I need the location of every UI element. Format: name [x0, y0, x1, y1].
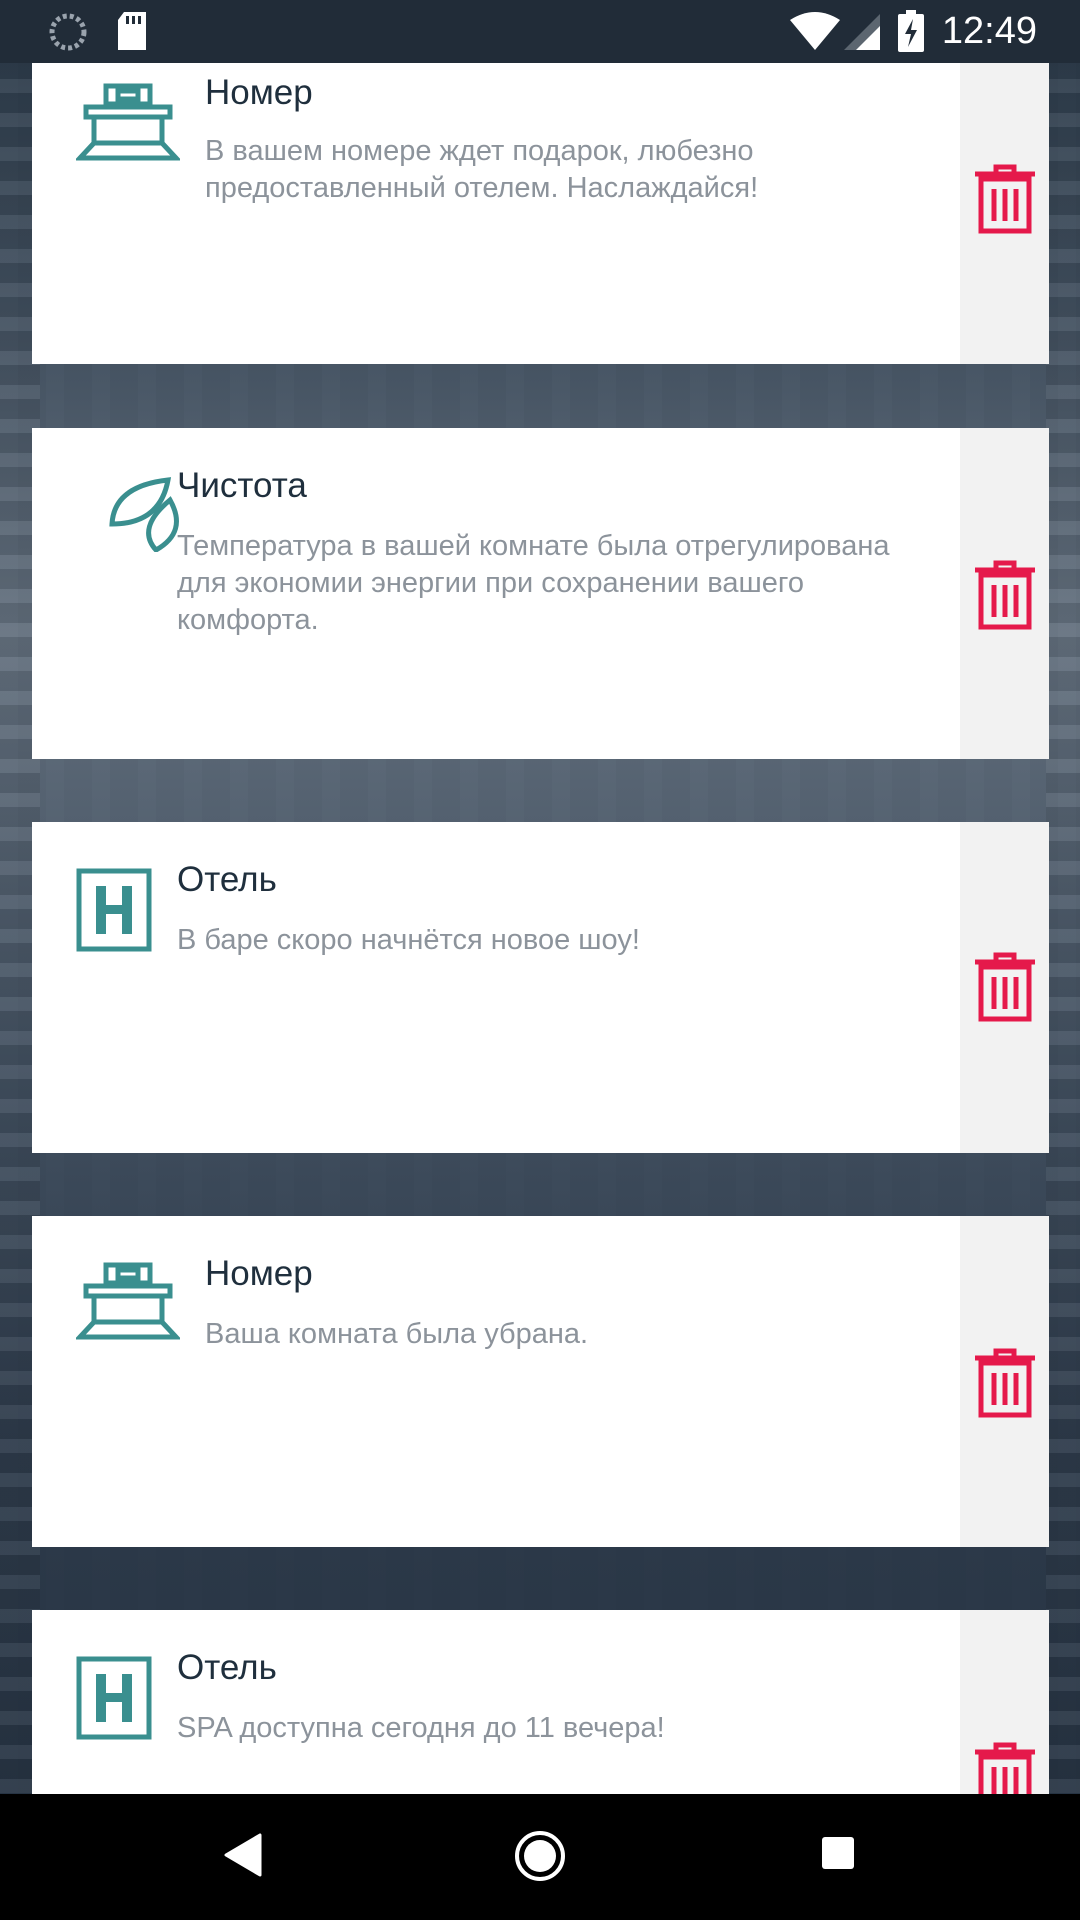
- notification-content[interactable]: Отель SPA доступна сегодня до 11 вечера!: [32, 1610, 960, 1794]
- leaf-icon: [109, 477, 179, 552]
- delete-area[interactable]: [960, 428, 1049, 759]
- screen: 12:49 Номер В вашем номере ждет подарок,…: [0, 0, 1080, 1920]
- notification-card[interactable]: Номер В вашем номере ждет подарок, любез…: [32, 63, 1049, 364]
- notification-title: Отель: [177, 860, 277, 899]
- notification-message: Ваша комната была убрана.: [205, 1318, 589, 1350]
- trash-icon[interactable]: [972, 1742, 1038, 1794]
- notification-message: В вашем номере ждет подарок, любезно пре…: [205, 135, 759, 204]
- loading-icon: [49, 13, 87, 51]
- notification-title: Номер: [205, 73, 313, 112]
- notification-card[interactable]: Чистота Температура в вашей комнате была…: [32, 428, 1049, 759]
- sd-card-icon: [118, 12, 146, 50]
- notification-card[interactable]: Номер Ваша комната была убрана.: [32, 1216, 1049, 1547]
- status-time: 12:49: [941, 10, 1037, 52]
- hotel-h-icon: [76, 868, 152, 952]
- notification-message: Температура в вашей комнате была отрегул…: [177, 530, 890, 636]
- delete-area[interactable]: [960, 822, 1049, 1153]
- room-bed-icon: [76, 83, 180, 161]
- trash-icon[interactable]: [972, 164, 1038, 234]
- home-icon[interactable]: [514, 1830, 566, 1882]
- delete-area[interactable]: [960, 1610, 1049, 1794]
- battery-charging-icon: [898, 10, 924, 52]
- notification-content[interactable]: Отель В баре скоро начнётся новое шоу!: [32, 822, 960, 1153]
- notification-title: Номер: [205, 1254, 313, 1293]
- delete-area[interactable]: [960, 1216, 1049, 1547]
- trash-icon[interactable]: [972, 952, 1038, 1022]
- notification-content[interactable]: Чистота Температура в вашей комнате была…: [32, 428, 960, 759]
- back-icon[interactable]: [222, 1833, 262, 1877]
- notification-content[interactable]: Номер В вашем номере ждет подарок, любез…: [32, 63, 960, 364]
- notification-title: Отель: [177, 1648, 277, 1687]
- notification-card[interactable]: Отель В баре скоро начнётся новое шоу!: [32, 822, 1049, 1153]
- trash-icon[interactable]: [972, 560, 1038, 630]
- room-bed-icon: [76, 1262, 180, 1340]
- delete-area[interactable]: [960, 63, 1049, 364]
- wifi-icon: [790, 12, 840, 50]
- notification-message: SPA доступна сегодня до 11 вечера!: [177, 1712, 665, 1744]
- status-bar: 12:49: [0, 0, 1080, 63]
- navigation-bar: [0, 1794, 1080, 1920]
- hotel-h-icon: [76, 1656, 152, 1740]
- background-building: [1046, 63, 1080, 1793]
- recents-icon[interactable]: [820, 1835, 856, 1871]
- notification-content[interactable]: Номер Ваша комната была убрана.: [32, 1216, 960, 1547]
- notification-card[interactable]: Отель SPA доступна сегодня до 11 вечера!: [32, 1610, 1049, 1794]
- trash-icon[interactable]: [972, 1348, 1038, 1418]
- notification-message: В баре скоро начнётся новое шоу!: [177, 924, 640, 956]
- signal-icon: [844, 14, 880, 50]
- notification-title: Чистота: [177, 466, 307, 505]
